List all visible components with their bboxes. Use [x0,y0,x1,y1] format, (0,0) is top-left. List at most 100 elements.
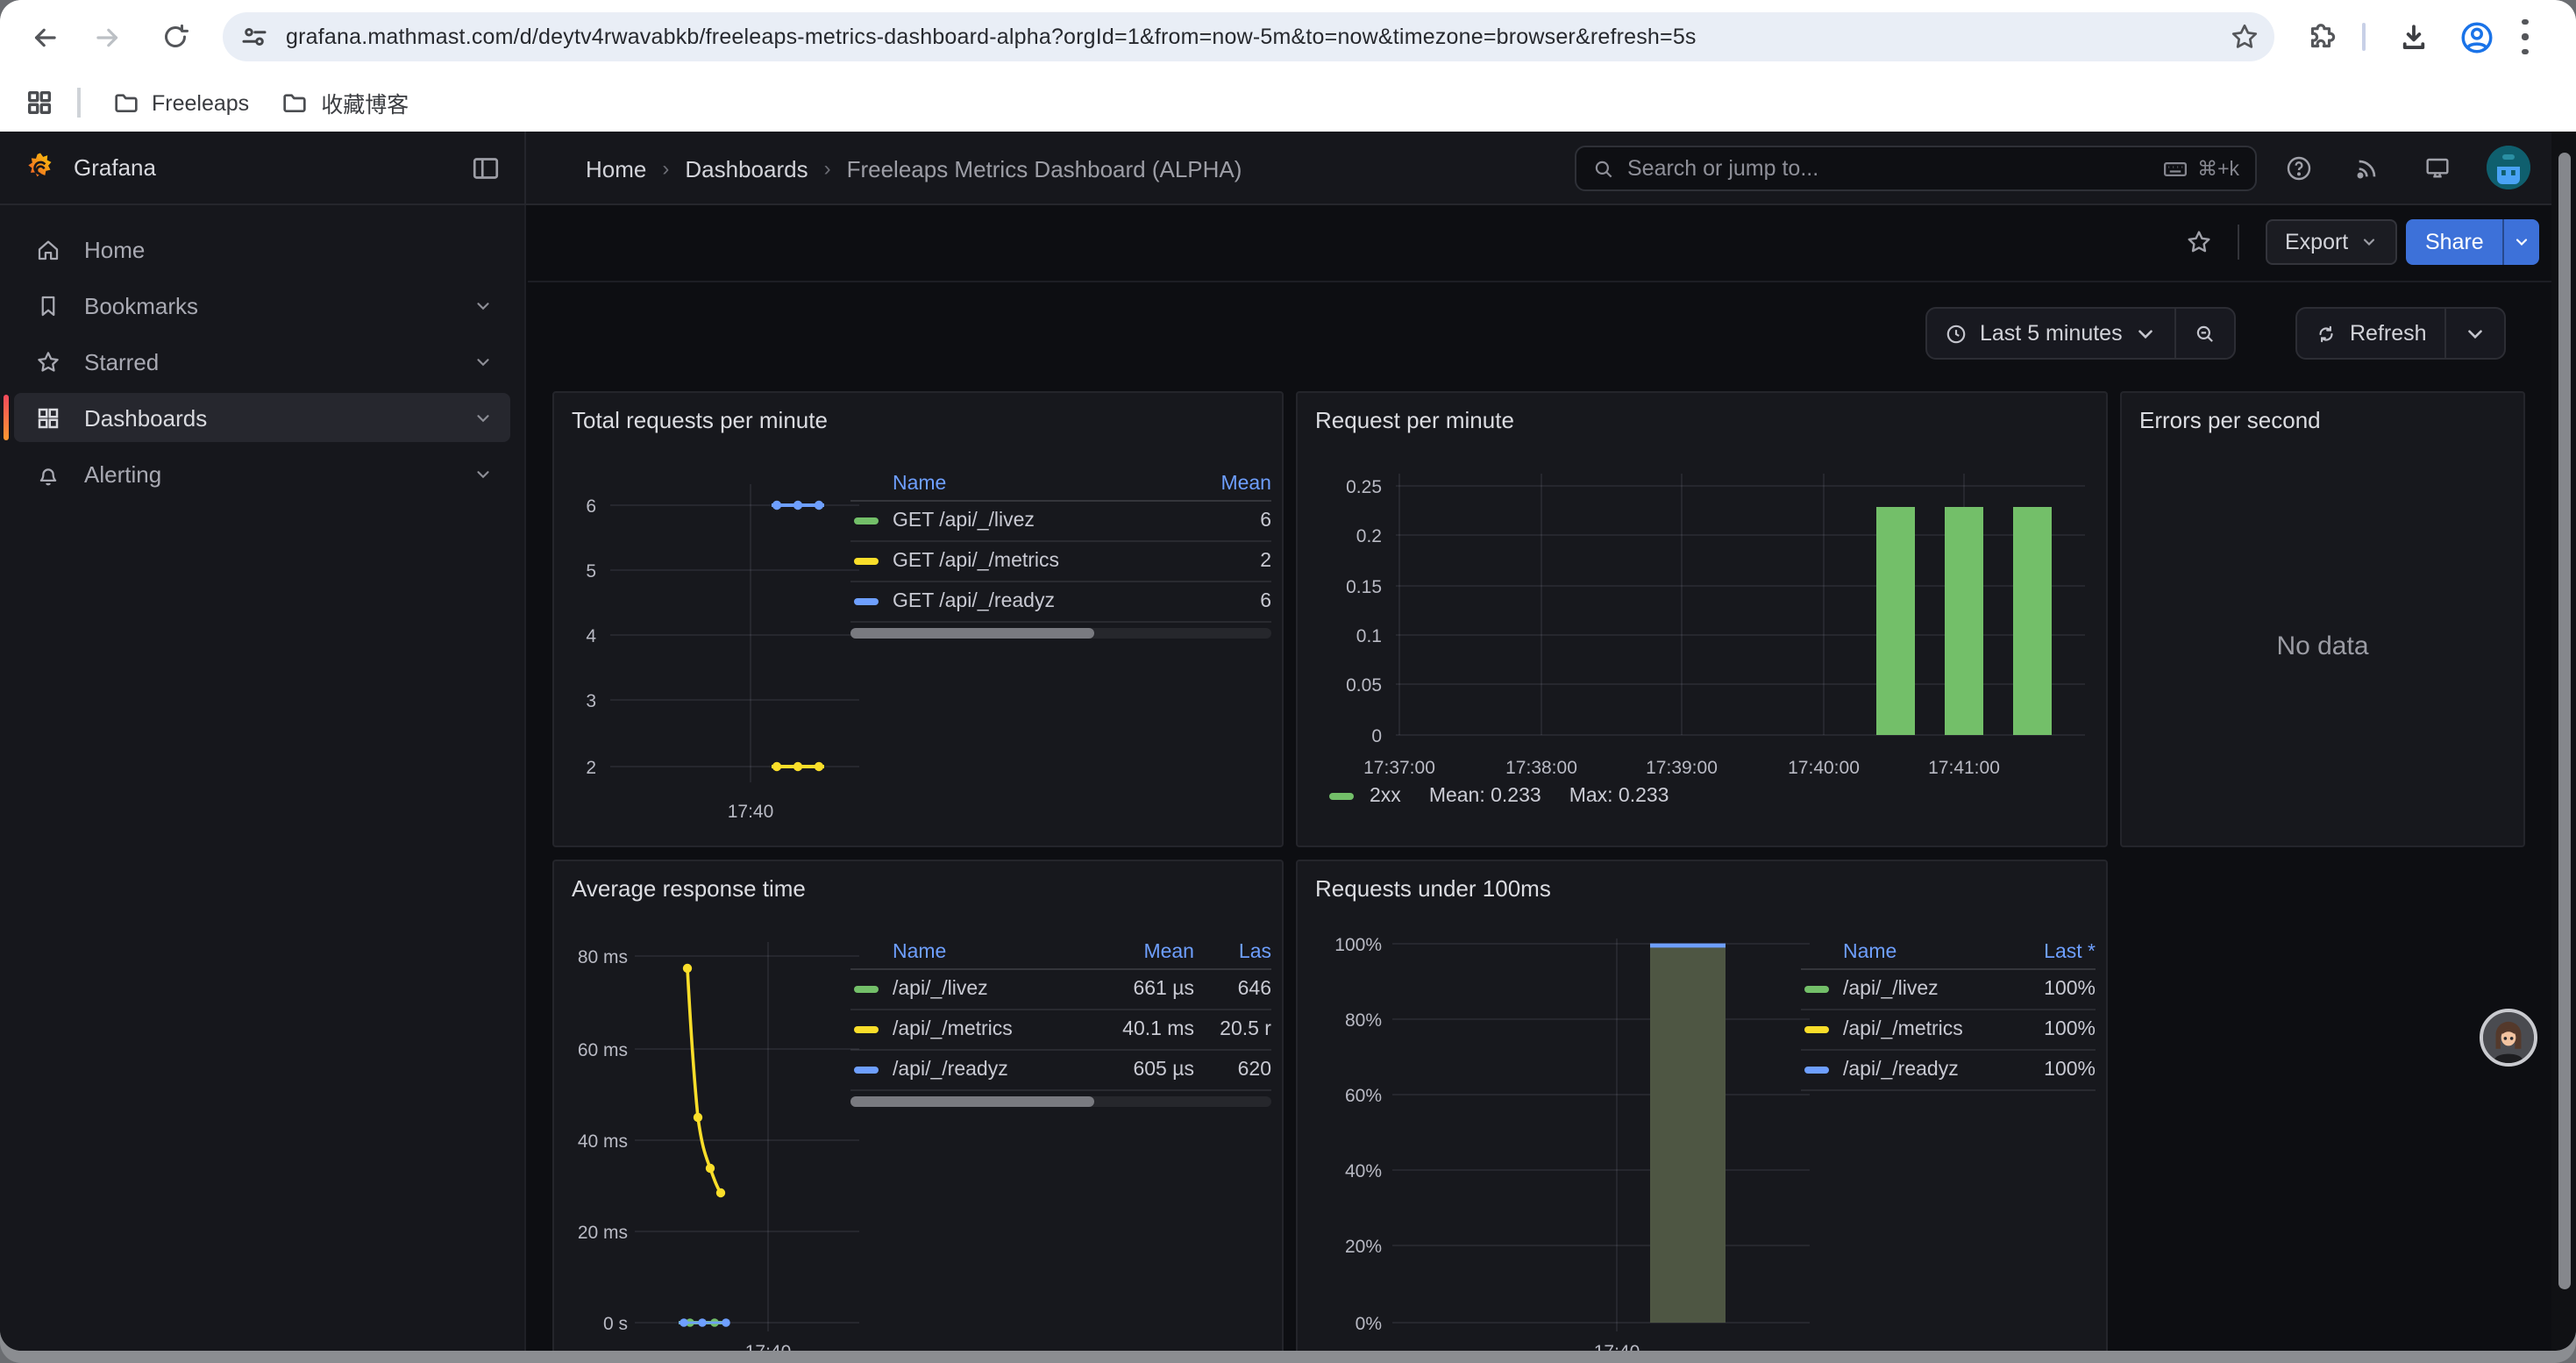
legend-row[interactable]: /api/_/readyz 100% [1801,1051,2096,1091]
svg-text:17:39:00: 17:39:00 [1646,758,1718,778]
dashboards-grid-icon [35,404,61,431]
bookmark-star-icon[interactable] [2229,21,2260,53]
site-settings-icon[interactable] [238,21,270,53]
favorite-star-icon[interactable] [2185,228,2213,256]
svg-text:0.25: 0.25 [1346,477,1382,497]
series-swatch [854,1026,879,1033]
panel-title[interactable]: Requests under 100ms [1315,875,1551,902]
grafana-logo-icon[interactable] [23,151,58,186]
bookmark-icon [35,292,61,318]
panel-request-per-minute: Request per minute 0.25 0.2 0.15 0.1 0.0… [1296,391,2108,847]
export-label: Export [2285,230,2348,254]
legend-row[interactable]: /api/_/metrics 40.1 ms 20.5 r [850,1010,1271,1051]
legend-row[interactable]: GET /api/_/livez 6 [850,502,1271,542]
action-divider [2238,225,2239,260]
reload-icon[interactable] [154,16,196,58]
svg-text:17:40:00: 17:40:00 [1788,758,1860,778]
series-swatch [854,986,879,993]
svg-text:0.2: 0.2 [1356,526,1382,546]
legend-row[interactable]: /api/_/livez 661 µs 646 [850,970,1271,1010]
sidebar-item-alerting[interactable]: Alerting [14,449,510,498]
forward-icon[interactable] [86,16,128,58]
sidebar-item-starred[interactable]: Starred [14,337,510,386]
breadcrumb-current: Freeleaps Metrics Dashboard (ALPHA) [847,155,1242,182]
url-bar[interactable]: grafana.mathmast.com/d/deytv4rwavabkb/fr… [223,12,2274,61]
extensions-icon[interactable] [2299,16,2341,58]
assistant-avatar[interactable] [2480,1009,2537,1067]
grafana-brand: Grafana [74,154,156,181]
sidebar-item-label: Alerting [84,460,161,487]
chevron-down-icon [2464,322,2487,345]
help-icon[interactable] [2285,154,2313,182]
legend-table: Name Mean GET /api/_/livez 6 GET /api/_/… [850,467,1271,639]
bookmark-folder-blogs[interactable]: 收藏博客 [281,86,409,119]
back-icon[interactable] [23,16,65,58]
panel-total-requests: Total requests per minute 6 5 4 3 2 17:4… [552,391,1284,847]
sidebar-item-home[interactable]: Home [14,225,510,274]
legend-row[interactable]: /api/_/livez 100% [1801,970,2096,1010]
series-swatch [1329,793,1354,800]
svg-text:80 ms: 80 ms [578,947,628,967]
legend-row[interactable]: GET /api/_/metrics 2 [850,542,1271,582]
sidebar-item-label: Dashboards [84,404,207,431]
breadcrumb-home[interactable]: Home [586,155,646,182]
legend-scrollbar[interactable] [850,628,1271,639]
dock-menu-icon[interactable] [470,153,502,184]
series-swatch [1804,1026,1829,1033]
refresh-interval-button[interactable] [2444,309,2504,358]
chevron-down-icon [2135,322,2158,345]
sidebar-item-dashboards[interactable]: Dashboards [14,393,510,442]
toolbar-divider [2362,23,2366,51]
chevron-down-icon [473,464,493,483]
chevron-down-icon [473,408,493,427]
total-requests-chart: 6 5 4 3 2 17:40 [568,456,866,828]
breadcrumb-dashboards[interactable]: Dashboards [685,155,808,182]
share-button[interactable]: Share [2406,219,2503,265]
download-icon[interactable] [2392,16,2434,58]
request-per-minute-chart: 0.25 0.2 0.15 0.1 0.05 0 17:37:00 17:38:… [1312,456,2096,789]
profile-avatar-icon[interactable] [2455,16,2497,58]
legend-row[interactable]: /api/_/metrics 100% [1801,1010,2096,1051]
panel-title[interactable]: Errors per second [2139,407,2321,433]
time-range-picker[interactable]: Last 5 minutes [1927,309,2175,358]
svg-text:2: 2 [586,758,596,778]
toolbar-divider-line [528,281,2576,282]
svg-text:17:40: 17:40 [1594,1342,1640,1351]
panel-requests-under-100ms: Requests under 100ms 100% 80% 60% 40% 20… [1296,860,2108,1351]
user-avatar[interactable] [2487,146,2530,189]
svg-text:17:40: 17:40 [728,802,774,822]
legend-header: Name Mean [850,467,1271,502]
apps-grid-icon[interactable] [25,88,54,118]
url-text: grafana.mathmast.com/d/deytv4rwavabkb/fr… [286,25,1697,49]
legend-scrollbar[interactable] [850,1096,1271,1107]
sidebar-item-bookmarks[interactable]: Bookmarks [14,281,510,330]
zoom-out-button[interactable] [2175,309,2235,358]
svg-text:0: 0 [1371,726,1382,746]
panel-title[interactable]: Total requests per minute [572,407,828,433]
grafana-header: Grafana Home › Dashboards › Freeleaps Me… [0,132,2576,205]
panel-title[interactable]: Average response time [572,875,806,902]
browser-menu-icon[interactable] [2522,19,2529,54]
legend-row[interactable]: GET /api/_/readyz 6 [850,582,1271,623]
folder-icon [281,89,309,117]
search-input[interactable]: Search or jump to... ⌘+k [1575,146,2257,191]
grafana-header-left: Grafana [0,132,526,203]
svg-text:60 ms: 60 ms [578,1040,628,1060]
chevron-down-icon [2360,233,2378,251]
news-rss-icon[interactable] [2353,154,2381,182]
search-placeholder: Search or jump to... [1627,156,1818,181]
scrollbar-thumb[interactable] [2558,153,2571,1289]
svg-text:20 ms: 20 ms [578,1223,628,1243]
panel-title[interactable]: Request per minute [1315,407,1514,433]
requests-under-100ms-chart: 100% 80% 60% 40% 20% 0% 17:40 [1312,924,1820,1351]
sidebar-item-label: Starred [84,348,159,375]
panel-errors-per-second: Errors per second No data [2120,391,2525,847]
monitor-icon[interactable] [2423,154,2451,182]
export-button[interactable]: Export [2266,219,2397,265]
home-icon [35,236,61,262]
legend-row[interactable]: /api/_/readyz 605 µs 620 [850,1051,1271,1091]
refresh-button[interactable]: Refresh [2297,309,2444,358]
share-menu-button[interactable] [2503,219,2540,265]
bookmark-folder-freeleaps[interactable]: Freeleaps [111,89,249,117]
legend-row[interactable]: 2xx Mean: 0.233 Max: 0.233 [1329,786,1697,807]
